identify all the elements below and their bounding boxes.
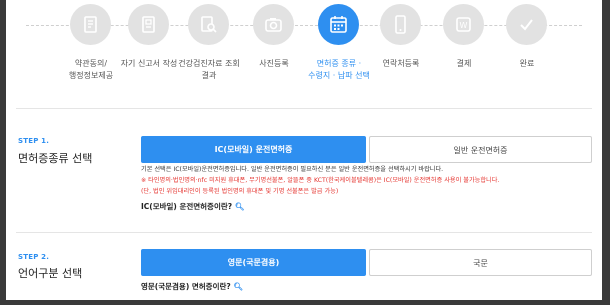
step-progress: 약관동의/ 행정정보제공 자기 신고서 작성 건강검진자료 조회 결과 사진등록 [6, 0, 602, 100]
english-license-info-link[interactable]: 영문(국문겸용) 면허증이란? 🔍︎ [141, 281, 243, 292]
section-step-number: STEP 1. [18, 137, 50, 145]
mobile-license-info-link[interactable]: IC(모바일) 운전면허증이란? 🔍︎ [141, 201, 244, 212]
korean-license-button[interactable]: 국문 [369, 249, 592, 276]
license-warning: ※ 타인명의·법인명의·nfc 미지원 휴대폰, 무기명선불폰, 알뜰폰 중 K… [141, 177, 500, 184]
info-link-text: IC(모바일) 운전면허증이란? [141, 202, 233, 211]
step-label: 완료 [519, 59, 535, 68]
license-description: 기본 선택은 IC(모바일)운전면허증입니다. 일반 운전면허증이 필요하신 분… [141, 166, 444, 173]
form-icon [128, 4, 169, 45]
document-icon [70, 4, 111, 45]
check-icon [506, 4, 547, 45]
calendar-icon [318, 4, 359, 45]
phone-icon [380, 4, 421, 45]
camera-icon [253, 4, 294, 45]
section-divider [16, 232, 592, 233]
license-warning-note: (단, 법인 위임대리인이 등록된 법인명의 휴대폰 및 기명 선불폰은 발급 … [141, 188, 339, 195]
section-divider [16, 108, 592, 109]
info-link-text: 영문(국문겸용) 면허증이란? [141, 282, 231, 291]
wallet-icon: W [443, 4, 484, 45]
section-step-number: STEP 2. [18, 253, 50, 261]
section-title: 언어구분 선택 [18, 267, 83, 280]
search-doc-icon [188, 4, 229, 45]
mobile-license-button[interactable]: IC(모바일) 운전면허증 [141, 136, 366, 163]
section-title: 면허증종류 선택 [18, 152, 93, 165]
search-icon: 🔍︎ [233, 282, 243, 291]
general-license-button[interactable]: 일반 운전면허증 [369, 136, 592, 163]
page-frame: 약관동의/ 행정정보제공 자기 신고서 작성 건강검진자료 조회 결과 사진등록 [6, 0, 602, 300]
svg-text:W: W [460, 21, 468, 30]
search-icon: 🔍︎ [234, 202, 245, 211]
english-license-button[interactable]: 영문(국문겸용) [141, 249, 366, 276]
